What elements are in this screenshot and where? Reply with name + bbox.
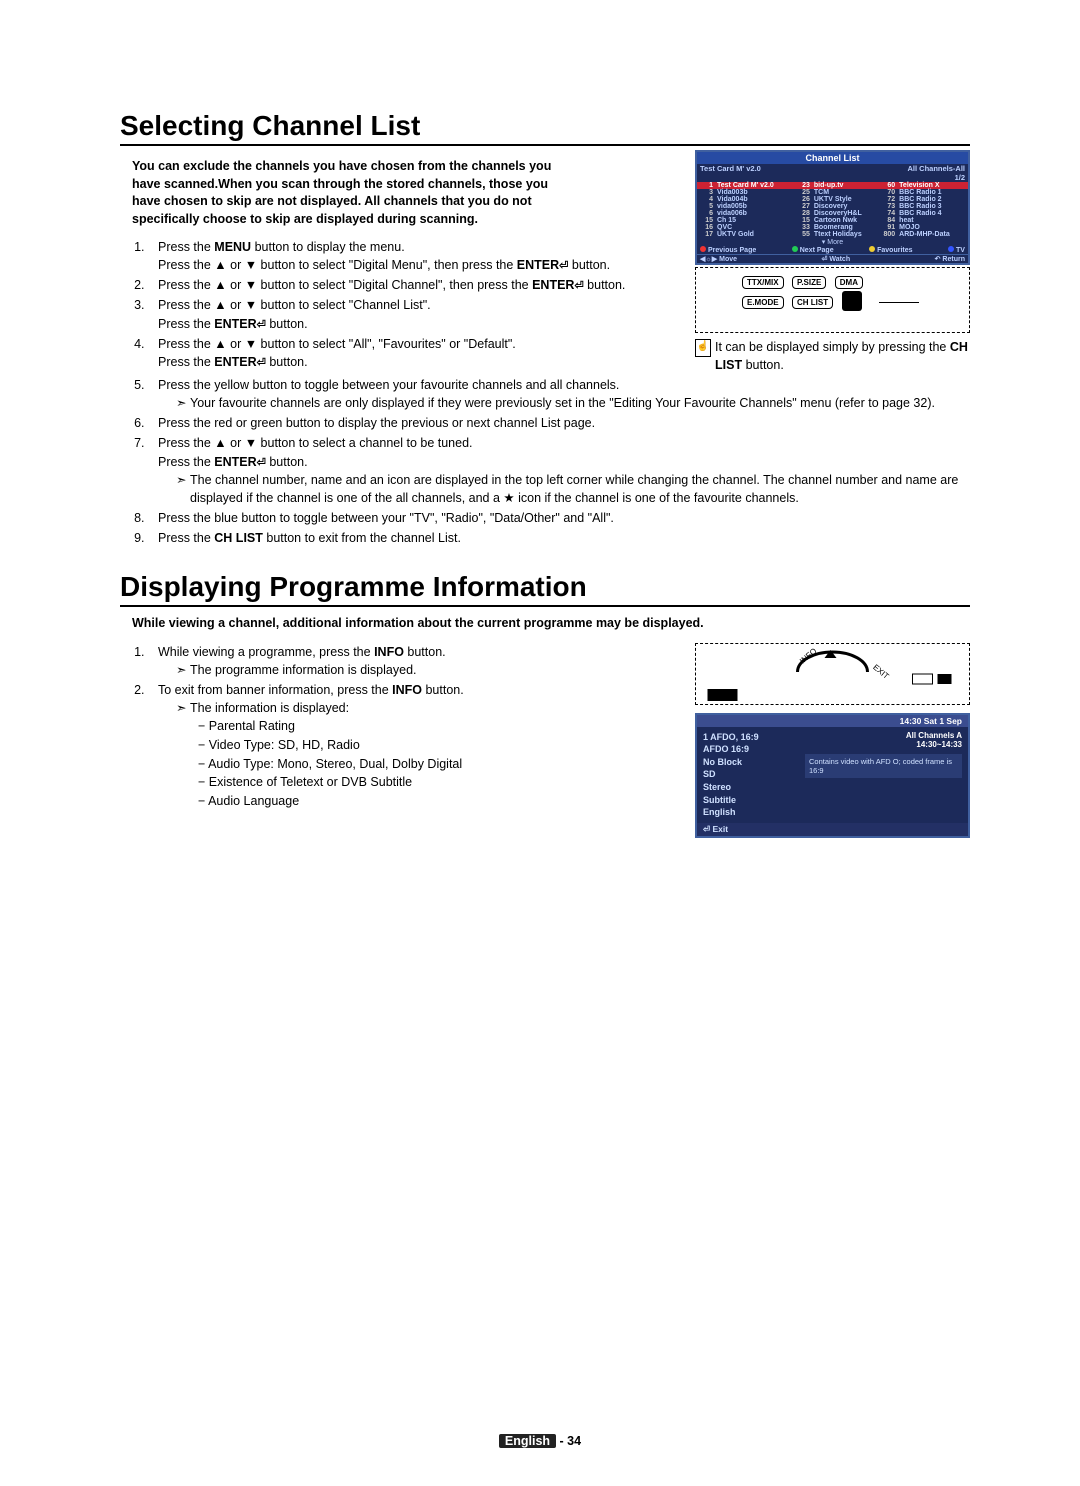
section1-steps-continued: Press the yellow button to toggle betwee… [120, 376, 970, 547]
info-detail-item: Parental Rating [198, 717, 677, 736]
step-item: Press the ▲ or ▼ button to select "Chann… [148, 296, 677, 332]
osd-channel-row: 1Test Card M' v2.023bid-up.tv60Televisio… [697, 182, 968, 189]
osd-info-exit: ⏎ Exit [697, 823, 968, 836]
hand-icon: ☝ [695, 339, 711, 357]
osd-channel-row: 3Vida003b25TCM70BBC Radio 1 [697, 189, 968, 196]
section1-steps: Press the MENU button to display the men… [120, 238, 677, 371]
blue-dot-icon [948, 246, 954, 252]
osd-channel-row: 16QVC33Boomerang91MOJO [697, 224, 968, 231]
remote-small-button2-icon [938, 674, 952, 684]
green-dot-icon [792, 246, 798, 252]
osd-info-line: No Block [703, 756, 793, 769]
osd-info-line: English [703, 806, 793, 819]
info-detail-item: Existence of Teletext or DVB Subtitle [198, 773, 677, 792]
remote-btn-emode: E.MODE [742, 296, 784, 309]
step-item: Press the ▲ or ▼ button to select a chan… [148, 434, 970, 507]
pointer-line-icon [879, 302, 919, 303]
remote-btn-ttxmix: TTX/MIX [742, 276, 784, 289]
osd-channel-row: 4Vida004b26UKTV Style72BBC Radio 2 [697, 196, 968, 203]
osd-info-time: 14:30 Sat 1 Sep [697, 715, 968, 727]
step-item: To exit from banner information, press t… [148, 681, 677, 811]
osd-bottom-bar: ◀☼▶ Move ⏎ Watch ↶ Return [697, 254, 968, 263]
osd-info-line: Subtitle [703, 794, 793, 807]
section2-intro: While viewing a channel, additional info… [132, 615, 952, 633]
step-item: Press the yellow button to toggle betwee… [148, 376, 970, 412]
osd-channel-row: 17UKTV Gold55Ttext Holidays800ARD-MHP-Da… [697, 231, 968, 238]
osd-info-allchan: All Channels A [805, 731, 962, 740]
remote-diagram-info: INFO EXIT [695, 643, 970, 705]
osd-programme-info: 14:30 Sat 1 Sep 1 AFDO, 16:9AFDO 16:9No … [695, 713, 970, 838]
osd-info-line: Stereo [703, 781, 793, 794]
osd-title: Channel List [697, 152, 968, 164]
section1-title: Selecting Channel List [120, 110, 970, 146]
step-item: Press the red or green button to display… [148, 414, 970, 432]
section2-title: Displaying Programme Information [120, 571, 970, 607]
section2-steps: While viewing a programme, press the INF… [120, 643, 677, 811]
osd-channel-table: 1Test Card M' v2.023bid-up.tv60Televisio… [697, 182, 968, 238]
yellow-dot-icon [869, 246, 875, 252]
remote-btn-dma: DMA [835, 276, 863, 289]
remote-diagram-chlist: TTX/MIX P.SIZE DMA E.MODE CH LIST [695, 267, 970, 333]
footer-page: - 34 [556, 1434, 581, 1448]
step-item: Press the CH LIST button to exit from th… [148, 529, 970, 547]
step-item: Press the MENU button to display the men… [148, 238, 677, 274]
osd-channel-row: 15Ch 1515Cartoon Nwk84heat [697, 217, 968, 224]
osd-page: 1/2 [955, 173, 965, 182]
section1-intro: You can exclude the channels you have ch… [132, 158, 572, 228]
red-dot-icon [700, 246, 706, 252]
osd-channel-list: Channel List Test Card M' v2.0 All Chann… [695, 150, 970, 265]
info-detail-item: Audio Type: Mono, Stereo, Dual, Dolby Di… [198, 755, 677, 774]
osd-info-desc: Contains video with AFD O; coded frame i… [805, 754, 962, 778]
osd-channel-row: 5vida005b27Discovery73BBC Radio 3 [697, 203, 968, 210]
step-item: While viewing a programme, press the INF… [148, 643, 677, 679]
osd-channel-row: 6vida006b28DiscoveryH&L74BBC Radio 4 [697, 210, 968, 217]
osd-top-left: Test Card M' v2.0 [700, 164, 761, 182]
osd-info-progtime: 14:30~14:33 [805, 740, 962, 749]
step-item: Press the ▲ or ▼ button to select "Digit… [148, 276, 677, 294]
remote-btn-psize: P.SIZE [792, 276, 826, 289]
osd-info-line: 1 AFDO, 16:9 [703, 731, 793, 744]
osd-legend-row: Previous Page Next Page Favourites TV [697, 246, 968, 254]
hand-tip-chlist: ☝ It can be displayed simply by pressing… [695, 339, 970, 374]
remote-btn-chlist: CH LIST [792, 296, 833, 309]
info-detail-item: Video Type: SD, HD, Radio [198, 736, 677, 755]
remote-small-button-icon [913, 674, 933, 684]
step-item: Press the blue button to toggle between … [148, 509, 970, 527]
step-item: Press the ▲ or ▼ button to select "All",… [148, 335, 677, 371]
remote-bar-icon [708, 689, 738, 701]
exit-label-icon: EXIT [871, 662, 890, 680]
osd-top-right: All Channels-All [907, 164, 965, 173]
osd-more: ▾ More [697, 238, 968, 246]
remote-large-button-icon [842, 291, 862, 311]
info-detail-item: Audio Language [198, 792, 677, 811]
osd-info-line: SD [703, 768, 793, 781]
osd-info-line: AFDO 16:9 [703, 743, 793, 756]
footer-lang: English [499, 1434, 556, 1448]
osd-info-left-col: 1 AFDO, 16:9AFDO 16:9No BlockSDStereoSub… [697, 727, 799, 823]
page-footer: English - 34 [0, 1434, 1080, 1448]
